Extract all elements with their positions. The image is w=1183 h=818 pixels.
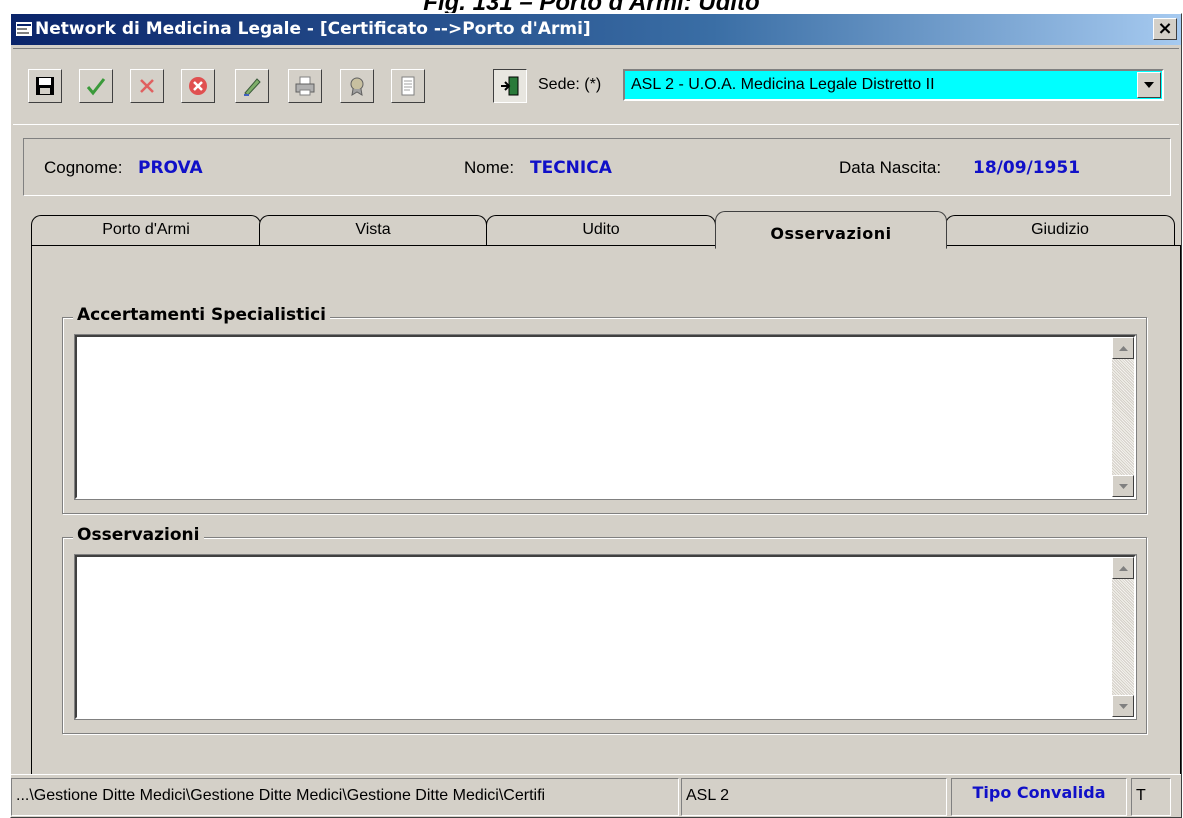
cognome-value: PROVA xyxy=(138,158,203,178)
checkmark-icon xyxy=(86,78,106,96)
scroll-down-button[interactable] xyxy=(1112,695,1134,717)
printer-icon xyxy=(295,76,315,96)
tab-vista[interactable]: Vista xyxy=(259,215,487,245)
sede-select[interactable]: ASL 2 - U.O.A. Medicina Legale Distretto… xyxy=(623,69,1164,101)
tab-osservazioni[interactable]: Osservazioni xyxy=(715,211,947,249)
delete-button[interactable] xyxy=(181,69,215,103)
main-window: Network di Medicina Legale - [Certificat… xyxy=(10,13,1182,818)
tab-porto-d-armi[interactable]: Porto d'Armi xyxy=(31,215,261,245)
scroll-down-button[interactable] xyxy=(1112,475,1134,497)
toolbar: Sede: (*) ASL 2 - U.O.A. Medicina Legale… xyxy=(13,48,1179,125)
exit-door-icon xyxy=(501,76,519,96)
certificate-button[interactable] xyxy=(340,69,374,103)
osservazioni-group: Osservazioni xyxy=(62,525,1147,734)
osservazioni-title: Osservazioni xyxy=(73,525,204,545)
sede-dropdown-button[interactable] xyxy=(1137,72,1161,98)
confirm-button[interactable] xyxy=(79,69,113,103)
save-button[interactable] xyxy=(28,69,62,103)
status-path: ...\Gestione Ditte Medici\Gestione Ditte… xyxy=(11,778,679,816)
osservazioni-textarea[interactable] xyxy=(74,554,1137,720)
window-title: Network di Medicina Legale - [Certificat… xyxy=(35,19,591,39)
seal-icon xyxy=(350,77,364,96)
arrow-up-icon xyxy=(1118,345,1128,351)
nome-value: TECNICA xyxy=(530,158,612,178)
accertamenti-textarea[interactable] xyxy=(74,334,1137,500)
accertamenti-scrollbar[interactable] xyxy=(1112,337,1134,497)
tab-giudizio[interactable]: Giudizio xyxy=(945,215,1175,245)
scroll-up-button[interactable] xyxy=(1112,337,1134,359)
exit-button[interactable] xyxy=(493,69,527,103)
patient-info-panel: Cognome: PROVA Nome: TECNICA Data Nascit… xyxy=(23,138,1171,196)
close-button[interactable]: × xyxy=(1153,18,1177,40)
nome-label: Nome: xyxy=(464,158,515,177)
sede-value: ASL 2 - U.O.A. Medicina Legale Distretto… xyxy=(631,76,935,93)
status-bar: ...\Gestione Ditte Medici\Gestione Ditte… xyxy=(11,774,1181,817)
cognome-label: Cognome: xyxy=(44,158,123,177)
floppy-disk-icon xyxy=(36,77,54,95)
document-icon xyxy=(401,76,415,96)
title-bar: Network di Medicina Legale - [Certificat… xyxy=(11,14,1181,45)
print-button[interactable] xyxy=(288,69,322,103)
cancel-button[interactable] xyxy=(130,69,164,103)
arrow-down-icon xyxy=(1118,703,1128,709)
document-button[interactable] xyxy=(391,69,425,103)
data-nascita-label: Data Nascita: xyxy=(839,158,942,177)
tab-panel-osservazioni: Accertamenti Specialistici Osservazioni xyxy=(31,245,1181,774)
data-nascita-value: 18/09/1951 xyxy=(973,158,1081,178)
app-icon xyxy=(16,22,32,36)
accertamenti-title: Accertamenti Specialistici xyxy=(73,305,330,325)
osservazioni-scrollbar[interactable] xyxy=(1112,557,1134,717)
status-tipo-convalida: Tipo Convalida xyxy=(951,778,1127,816)
accertamenti-group: Accertamenti Specialistici xyxy=(62,305,1147,514)
stop-circle-icon xyxy=(189,77,207,95)
red-x-icon xyxy=(140,79,154,93)
sede-label: Sede: (*) xyxy=(538,76,602,93)
pen-icon xyxy=(244,78,261,96)
tab-udito[interactable]: Udito xyxy=(486,215,716,245)
arrow-down-icon xyxy=(1118,483,1128,489)
edit-button[interactable] xyxy=(235,69,269,103)
scroll-up-button[interactable] xyxy=(1112,557,1134,579)
status-last: T xyxy=(1131,778,1171,816)
status-asl: ASL 2 xyxy=(681,778,947,816)
chevron-down-icon xyxy=(1144,82,1154,88)
arrow-up-icon xyxy=(1118,565,1128,571)
